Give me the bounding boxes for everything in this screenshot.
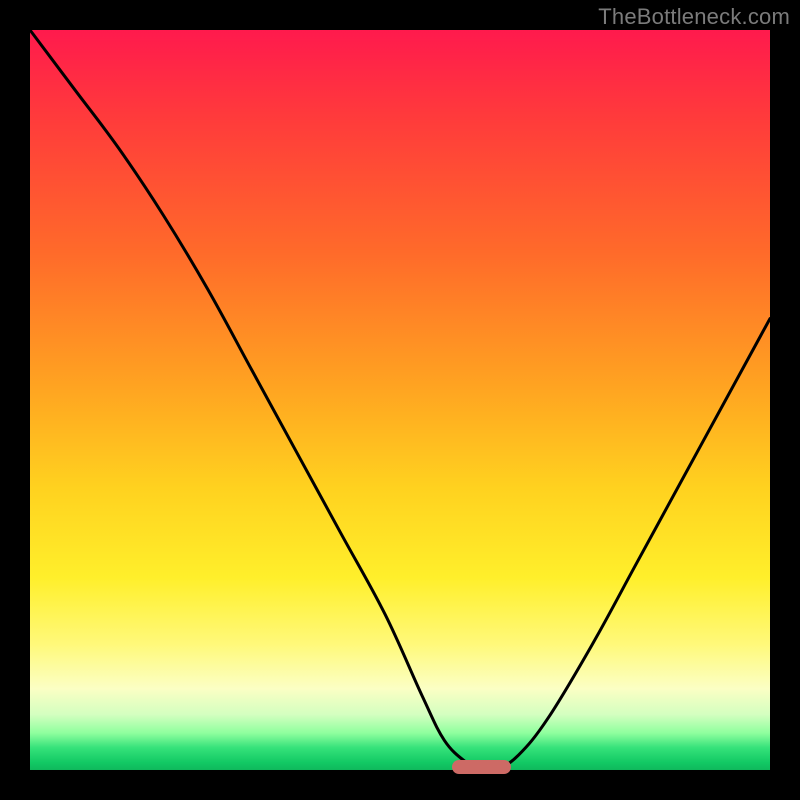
optimal-marker xyxy=(452,760,511,774)
bottleneck-curve xyxy=(30,30,770,770)
watermark-text: TheBottleneck.com xyxy=(598,4,790,30)
curve-path xyxy=(30,30,770,772)
plot-area xyxy=(30,30,770,770)
chart-frame: TheBottleneck.com xyxy=(0,0,800,800)
